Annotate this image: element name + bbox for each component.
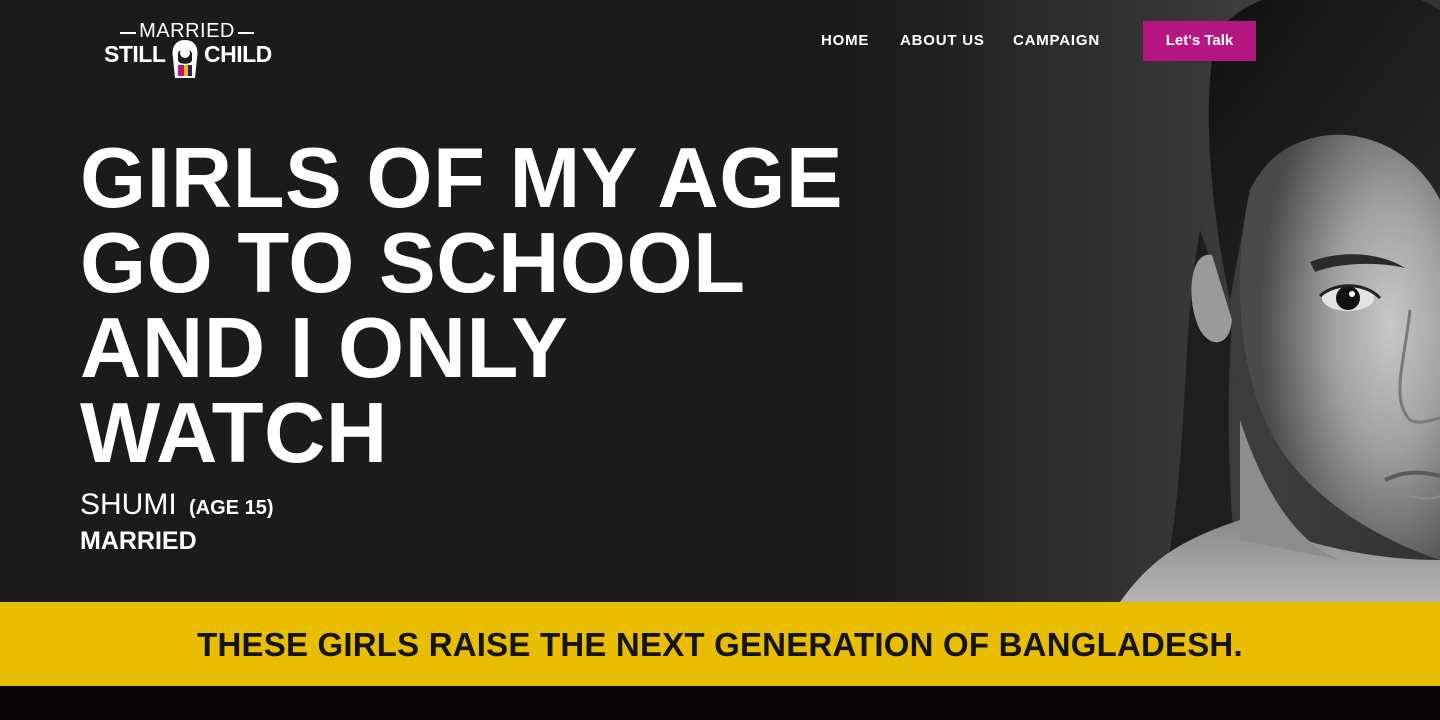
person-info: SHUMI (AGE 15) xyxy=(80,488,273,525)
portrait-photo xyxy=(820,0,1440,602)
quote-line: GO TO SCHOOL xyxy=(80,216,746,311)
person-name: SHUMI xyxy=(80,488,177,521)
page: MARRIED STILL CHILD HOME ABOUT US CAMPAI… xyxy=(0,0,1440,720)
nav-about-us[interactable]: ABOUT US xyxy=(900,31,985,51)
banner-text: THESE GIRLS RAISE THE NEXT GENERATION OF… xyxy=(197,626,1243,663)
logo-right-text: CHILD xyxy=(204,41,272,67)
logo-left-text: STILL xyxy=(104,41,166,67)
quote-line: WATCH xyxy=(80,386,388,481)
lets-talk-button[interactable]: Let's Talk xyxy=(1143,21,1256,61)
quote-line: AND I ONLY xyxy=(80,301,569,396)
message-banner: THESE GIRLS RAISE THE NEXT GENERATION OF… xyxy=(0,602,1440,686)
quote-line: GIRLS OF MY AGE xyxy=(80,131,844,226)
hero-quote: GIRLS OF MY AGE GO TO SCHOOL AND I ONLY … xyxy=(80,136,880,476)
person-age: (AGE 15) xyxy=(189,497,274,519)
next-section-edge xyxy=(0,686,1440,720)
hero-section: MARRIED STILL CHILD HOME ABOUT US CAMPAI… xyxy=(0,0,1440,602)
nav-campaign[interactable]: CAMPAIGN xyxy=(1013,31,1100,51)
child-bride-icon xyxy=(169,38,201,82)
nav-home[interactable]: HOME xyxy=(821,31,869,51)
site-logo[interactable]: MARRIED STILL CHILD xyxy=(104,20,274,82)
person-status: MARRIED xyxy=(80,527,197,555)
